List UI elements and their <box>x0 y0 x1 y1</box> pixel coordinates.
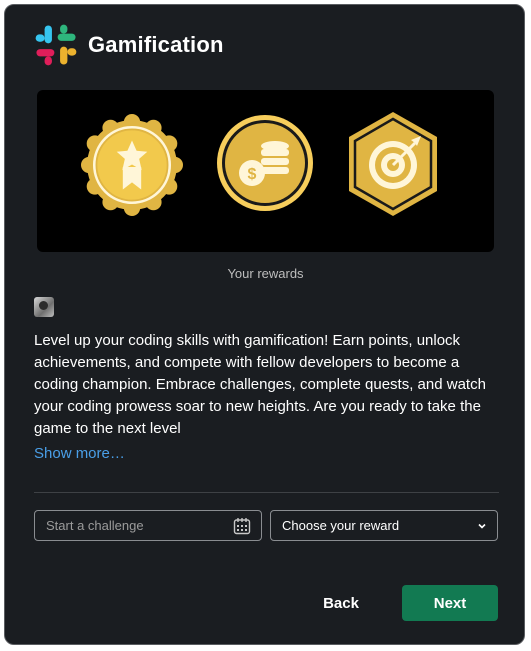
reward-select-value: Choose your reward <box>282 518 400 533</box>
next-button[interactable]: Next <box>402 585 498 621</box>
svg-text:$: $ <box>248 166 257 183</box>
divider <box>34 492 499 493</box>
challenge-placeholder: Start a challenge <box>46 518 144 533</box>
reward-select[interactable]: Choose your reward <box>270 510 498 541</box>
show-more-link[interactable]: Show more… <box>34 445 125 462</box>
rewards-banner: $ <box>37 90 494 252</box>
back-button[interactable]: Back <box>305 585 377 621</box>
app-title: Gamification <box>88 32 224 57</box>
app-logo-icon <box>35 24 77 66</box>
target-badge-icon <box>349 112 437 216</box>
description-text: Level up your coding skills with gamific… <box>34 332 486 437</box>
dialog-header: Gamification <box>34 23 224 67</box>
chevron-down-icon[interactable] <box>477 521 487 531</box>
banner-caption: Your rewards <box>227 266 304 281</box>
coins-icon: $ <box>217 115 313 211</box>
star-medal-icon <box>81 114 183 216</box>
calendar-icon[interactable] <box>233 517 251 535</box>
challenge-date-field[interactable]: Start a challenge <box>34 510 262 541</box>
gamification-dialog: Gamification $ Your rewards Level up you… <box>4 4 525 645</box>
avatar <box>34 297 54 317</box>
